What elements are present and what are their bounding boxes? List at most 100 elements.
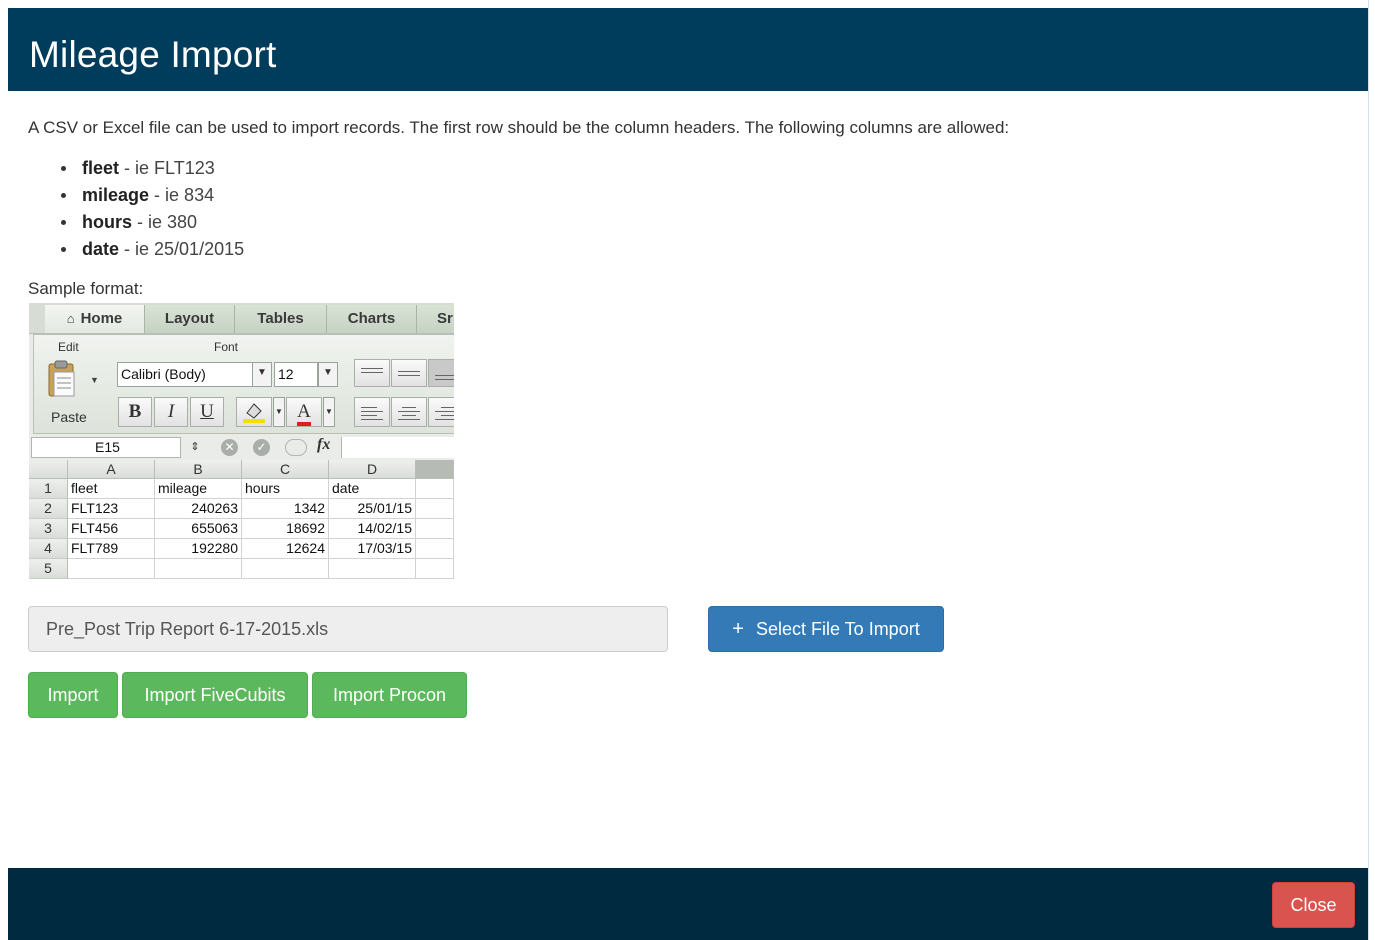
- row-number: 5: [29, 559, 68, 579]
- home-icon: ⌂: [66, 311, 75, 326]
- excel-tab-tables: Tables: [235, 305, 327, 333]
- row-number: 4: [29, 539, 68, 559]
- table-cell: 192280: [155, 539, 242, 559]
- chevron-down-icon: ▼: [318, 362, 338, 387]
- font-size-field: 12: [274, 362, 318, 387]
- sample-format-image: ⌂ Home Layout Tables Charts Sr Edit Font …: [29, 303, 454, 579]
- confirm-icon: ✓: [253, 439, 270, 456]
- table-row: 1 fleet mileage hours date: [29, 479, 454, 499]
- column-header: D: [329, 460, 416, 479]
- plus-icon: +: [732, 618, 744, 640]
- paste-dropdown-icon: ▼: [90, 375, 99, 385]
- import-procon-button[interactable]: Import Procon: [312, 672, 467, 718]
- column-name: mileage: [82, 185, 150, 205]
- chevron-down-icon: ▼: [273, 397, 285, 427]
- table-cell: 655063: [155, 519, 242, 539]
- column-example: - ie FLT123: [119, 158, 215, 178]
- table-cell: [242, 559, 329, 579]
- column-example: - ie 380: [132, 212, 198, 232]
- table-cell: 240263: [155, 499, 242, 519]
- align-left-icon: [354, 397, 390, 427]
- table-cell: fleet: [68, 479, 155, 499]
- table-cell: 17/03/15: [329, 539, 416, 559]
- font-color-button: A: [286, 397, 322, 427]
- table-row: 2 FLT123 240263 1342 25/01/15: [29, 499, 454, 519]
- table-cell: FLT789: [68, 539, 155, 559]
- table-cell: FLT456: [68, 519, 155, 539]
- font-color-letter: A: [297, 402, 311, 426]
- paste-label: Paste: [51, 409, 87, 425]
- intro-text: A CSV or Excel file can be used to impor…: [28, 118, 1010, 137]
- import-button[interactable]: Import: [28, 672, 118, 718]
- excel-tab-charts: Charts: [327, 305, 417, 333]
- select-all-corner: [29, 460, 68, 479]
- select-file-button[interactable]: + Select File To Import: [708, 606, 944, 652]
- chevron-down-icon: ▼: [252, 362, 272, 387]
- table-row: 3 FLT456 655063 18692 14/02/15: [29, 519, 454, 539]
- table-cell: 18692: [242, 519, 329, 539]
- font-name-field: Calibri (Body): [117, 362, 253, 387]
- table-cell: FLT123: [68, 499, 155, 519]
- cancel-icon: ✕: [221, 439, 238, 456]
- table-cell: date: [329, 479, 416, 499]
- function-wizard-icon: [285, 439, 307, 456]
- list-item: date - ie 25/01/2015: [28, 237, 244, 264]
- row-number: 2: [29, 499, 68, 519]
- column-header: [416, 460, 454, 479]
- table-cell: [416, 479, 454, 499]
- excel-tab-home: ⌂ Home: [45, 305, 145, 333]
- import-fivecubits-button[interactable]: Import FiveCubits: [122, 672, 308, 718]
- clipboard-icon: [46, 359, 78, 399]
- align-middle-icon: [391, 359, 427, 387]
- table-cell: 25/01/15: [329, 499, 416, 519]
- sample-format-label: Sample format:: [28, 279, 144, 298]
- bold-button: B: [118, 397, 152, 427]
- allowed-columns-list: fleet - ie FLT123 mileage - ie 834 hours…: [28, 156, 244, 264]
- table-cell: [155, 559, 242, 579]
- column-example: - ie 25/01/2015: [119, 239, 245, 259]
- column-name: fleet: [82, 158, 120, 178]
- fx-icon: fx: [317, 436, 331, 453]
- list-item: hours - ie 380: [28, 210, 244, 237]
- list-item: mileage - ie 834: [28, 183, 244, 210]
- modal-footer: [8, 868, 1368, 940]
- italic-button: I: [154, 397, 188, 427]
- excel-tab-layout: Layout: [145, 305, 235, 333]
- column-name: hours: [82, 212, 133, 232]
- table-cell: [416, 539, 454, 559]
- close-button[interactable]: Close: [1272, 882, 1355, 928]
- table-cell: [416, 499, 454, 519]
- column-header: B: [155, 460, 242, 479]
- underline-button: U: [190, 397, 224, 427]
- table-cell: mileage: [155, 479, 242, 499]
- column-header: C: [242, 460, 329, 479]
- table-cell: 14/02/15: [329, 519, 416, 539]
- row-number: 1: [29, 479, 68, 499]
- column-name: date: [82, 239, 120, 259]
- chevron-down-icon: ▼: [323, 397, 335, 427]
- excel-group-edit: Edit: [58, 340, 79, 354]
- excel-ribbon-tabs: ⌂ Home Layout Tables Charts Sr: [29, 303, 454, 334]
- column-header: A: [68, 460, 155, 479]
- row-number: 3: [29, 519, 68, 539]
- window-frame-top: [0, 0, 1375, 8]
- excel-tab-label: Home: [80, 310, 123, 327]
- modal-title: Mileage Import: [29, 34, 277, 75]
- table-cell: [329, 559, 416, 579]
- cell-reference-box: E15: [31, 437, 181, 458]
- table-cell: [68, 559, 155, 579]
- window-frame-left: [0, 0, 8, 940]
- excel-tab-more: Sr: [417, 305, 454, 333]
- table-row: 4 FLT789 192280 12624 17/03/15: [29, 539, 454, 559]
- align-center-icon: [391, 397, 427, 427]
- table-cell: 12624: [242, 539, 329, 559]
- selected-file-field[interactable]: Pre_Post Trip Report 6-17-2015.xls: [28, 606, 668, 652]
- excel-group-font: Font: [214, 340, 239, 354]
- align-right-icon: [428, 397, 454, 427]
- select-file-label: Select File To Import: [755, 619, 920, 639]
- table-cell: [416, 559, 454, 579]
- excel-formula-bar: E15 ⇕ ✕ ✓ fx: [29, 435, 454, 461]
- table-cell: hours: [242, 479, 329, 499]
- modal-header: Mileage Import: [8, 8, 1368, 91]
- align-bottom-icon: [428, 359, 454, 387]
